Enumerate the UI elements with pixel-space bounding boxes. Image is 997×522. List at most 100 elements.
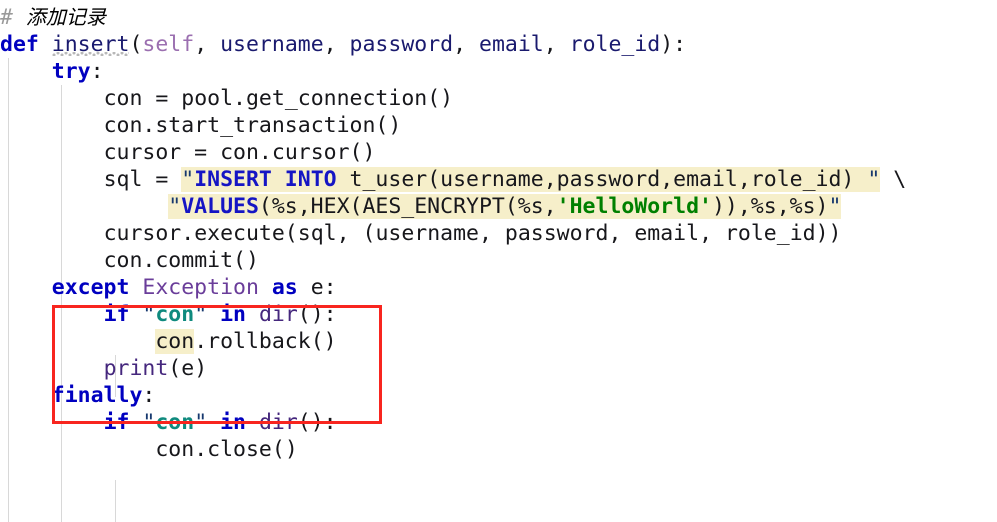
code-line-13[interactable]: con.rollback() xyxy=(0,328,997,355)
code-token: (%s,HEX(AES_ENCRYPT(%s, xyxy=(258,194,557,219)
code-line-8[interactable]: "VALUES(%s,HEX(AES_ENCRYPT(%s,'HelloWorl… xyxy=(0,193,997,220)
code-token: as xyxy=(271,275,298,300)
code-token: e xyxy=(181,356,195,381)
code-token: get_connection xyxy=(245,86,428,111)
code-token: ( xyxy=(129,32,143,57)
code-token: . xyxy=(181,221,195,246)
code-token: . xyxy=(258,140,272,165)
code-token: password xyxy=(504,221,609,246)
code-token: email xyxy=(634,221,700,246)
code-token: VALUES xyxy=(181,194,259,219)
code-token: pool xyxy=(181,86,234,111)
code-token: () xyxy=(310,329,337,354)
code-line-3[interactable]: try: xyxy=(0,58,997,85)
code-line-16[interactable]: if "con" in dir(): xyxy=(0,409,997,436)
code-token: in xyxy=(220,302,246,327)
code-token: ( xyxy=(168,356,182,381)
code-token: finally xyxy=(51,383,143,408)
code-token: role_id xyxy=(724,221,816,246)
code-token: start_transaction xyxy=(155,113,376,138)
code-token: INSERT INTO xyxy=(194,167,337,192)
code-line-6[interactable]: cursor = con.cursor() xyxy=(0,139,997,166)
code-token: con xyxy=(155,329,195,354)
code-token: def xyxy=(0,32,39,57)
code-token: username xyxy=(375,221,479,246)
code-token: : xyxy=(142,383,156,408)
code-token: (): xyxy=(297,410,337,435)
code-token: con xyxy=(103,248,143,273)
code-token: # xyxy=(0,5,26,30)
code-line-11[interactable]: except Exception as e: xyxy=(0,274,997,301)
code-token: con xyxy=(103,113,143,138)
code-token: () xyxy=(233,248,259,273)
code-token: ( xyxy=(284,221,298,246)
code-token: " xyxy=(867,167,881,192)
code-token: , xyxy=(608,221,635,246)
code-line-1[interactable]: # 添加记录 xyxy=(0,4,997,31)
code-token: = xyxy=(142,86,182,111)
code-token: cursor xyxy=(103,221,182,246)
code-line-5[interactable]: con.start_transaction() xyxy=(0,112,997,139)
code-line-17[interactable]: con.close() xyxy=(0,436,997,463)
code-token: cursor xyxy=(271,140,350,165)
code-token: , xyxy=(194,32,221,57)
code-token: : xyxy=(90,59,104,84)
code-token: t_user(username,password,email,role_id) xyxy=(336,167,868,192)
code-line-2[interactable]: def insert(self, username, password, ema… xyxy=(0,31,997,58)
code-line-15[interactable]: finally: xyxy=(0,382,997,409)
code-token: , ( xyxy=(336,221,376,246)
code-token: , xyxy=(479,221,505,246)
code-token: try xyxy=(51,59,91,84)
code-line-12[interactable]: if "con" in dir(): xyxy=(0,301,997,328)
code-token: email xyxy=(479,32,544,57)
code-editor-viewport[interactable]: # 添加记录 def insert(self, username, passwor… xyxy=(0,0,997,522)
code-token: except xyxy=(51,275,130,300)
code-token: )),%s,%s) xyxy=(711,194,829,219)
code-token: " xyxy=(168,194,182,219)
code-text-area[interactable]: # 添加记录 def insert(self, username, passwor… xyxy=(0,0,997,463)
code-line-14[interactable]: print(e) xyxy=(0,355,997,382)
code-token: 'HelloWorld' xyxy=(556,194,712,219)
code-token: rollback xyxy=(207,329,311,354)
code-token: , xyxy=(323,32,350,57)
code-token: cursor xyxy=(103,140,182,165)
code-token: 添加记录 xyxy=(25,5,106,29)
code-line-4[interactable]: con = pool.get_connection() xyxy=(0,85,997,112)
code-line-7[interactable]: sql = "INSERT INTO t_user(username,passw… xyxy=(0,166,997,193)
code-line-9[interactable]: cursor.execute(sql, (username, password,… xyxy=(0,220,997,247)
code-token: con xyxy=(220,140,259,165)
code-token: , xyxy=(543,32,570,57)
code-token: con xyxy=(155,302,195,327)
code-token: e xyxy=(310,275,324,300)
code-token: dir xyxy=(258,410,298,435)
code-token: " xyxy=(142,410,156,435)
code-token: . xyxy=(194,437,208,462)
code-token: = xyxy=(181,140,221,165)
code-token: username xyxy=(220,32,324,57)
code-token: if xyxy=(103,410,130,435)
code-line-10[interactable]: con.commit() xyxy=(0,247,997,274)
code-token: (): xyxy=(297,302,337,327)
code-token: sql xyxy=(103,167,143,192)
code-token: . xyxy=(142,113,156,138)
code-token: con xyxy=(155,437,195,462)
